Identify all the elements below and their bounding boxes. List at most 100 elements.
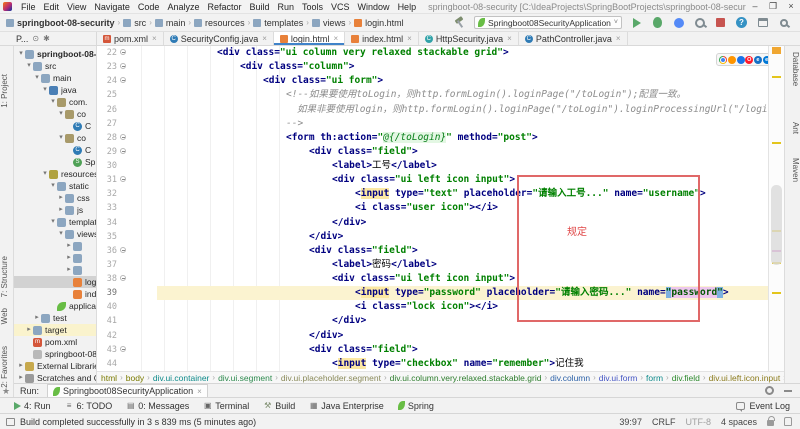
menu-navigate[interactable]: Navigate — [90, 2, 134, 12]
tree-expand-arrow[interactable]: ▾ — [57, 132, 65, 144]
tree-item-Sp[interactable]: S Sp — [14, 156, 96, 168]
code-line-24[interactable]: <div class="ui form"> — [157, 74, 768, 88]
tree-item-application.properties[interactable]: application.properties — [14, 300, 96, 312]
tree-expand-arrow[interactable]: ▾ — [57, 228, 65, 240]
tree-expand-arrow[interactable]: ▸ — [17, 360, 25, 372]
tree-expand-arrow[interactable]: ▸ — [65, 240, 73, 252]
code-line-30[interactable]: <label>工号</label> — [157, 159, 768, 173]
breadcrumb-item[interactable]: login.html — [354, 18, 404, 28]
stripe-database[interactable]: Database — [786, 52, 800, 86]
toolwindow-spring[interactable]: Spring — [397, 401, 434, 411]
menu-view[interactable]: View — [63, 2, 90, 12]
scrollbar-thumb[interactable] — [771, 185, 782, 265]
status-message[interactable]: Build completed successfully in 3 s 839 … — [20, 417, 256, 427]
fold-marker[interactable] — [120, 147, 126, 154]
tree-expand-arrow[interactable]: ▾ — [41, 168, 49, 180]
toolwindow-todo[interactable]: ≡ 6: TODO — [65, 401, 113, 411]
tree-item-pom.xml[interactable]: m pom.xml — [14, 336, 96, 348]
code-line-23[interactable]: <div class="column"> — [157, 60, 768, 74]
tree-item-main[interactable]: ▾ main — [14, 72, 96, 84]
element-breadcrumb[interactable]: form — [646, 373, 663, 383]
breadcrumb-item[interactable]: main — [154, 18, 185, 28]
tree-item-co[interactable]: ▾ co — [14, 108, 96, 120]
tree-item-target[interactable]: ▸ target — [14, 324, 96, 336]
tree-item-templates[interactable]: ▾ templates — [14, 216, 96, 228]
element-breadcrumb[interactable]: div.ui.segment — [218, 373, 272, 383]
tree-expand-arrow[interactable]: ▸ — [65, 252, 73, 264]
hide-panel-icon[interactable] — [784, 389, 792, 392]
tab-login-html[interactable]: login.html × — [273, 32, 346, 45]
toolwindow-messages[interactable]: ▤ 0: Messages — [126, 401, 189, 411]
coverage-icon[interactable] — [673, 17, 684, 28]
tree-item-folder[interactable]: ▸ — [14, 252, 96, 264]
tree-item-java[interactable]: ▾ java — [14, 84, 96, 96]
fold-marker[interactable] — [120, 49, 126, 55]
lock-icon[interactable] — [767, 416, 775, 426]
safari-icon[interactable] — [736, 55, 745, 64]
run-configuration-select[interactable]: Springboot08SecurityApplication ˅ — [474, 16, 622, 29]
fold-marker[interactable] — [120, 133, 126, 140]
run-icon[interactable] — [632, 17, 641, 28]
code-line-43[interactable]: <div class="field"> — [157, 343, 768, 357]
code-line-42[interactable]: </div> — [157, 329, 768, 343]
close-icon[interactable]: × — [616, 34, 621, 43]
stripe-structure[interactable]: 7: Structure — [0, 256, 14, 297]
code-line-27[interactable]: --> — [157, 117, 768, 131]
stripe-project[interactable]: 1: Project — [0, 74, 14, 108]
tree-item-com.[interactable]: ▾ com. — [14, 96, 96, 108]
project-panel-header[interactable]: P... ⊙ ✱ — [0, 32, 97, 45]
inspections-icon[interactable] — [784, 417, 792, 426]
tree-item-springboot-08-security[interactable]: ▾ springboot-08-security — [14, 48, 96, 60]
menu-window[interactable]: Window — [354, 2, 394, 12]
toolwindow-javaee[interactable]: ▦ Java Enterprise — [309, 401, 384, 411]
tree-item-C[interactable]: CC — [14, 120, 96, 132]
tree-expand-arrow[interactable]: ▾ — [17, 48, 25, 60]
build-hammer-icon[interactable] — [453, 16, 466, 29]
tree-item-springboot-08-security.iml[interactable]: springboot-08-security.iml — [14, 348, 96, 360]
breadcrumb-item[interactable]: views — [311, 18, 345, 28]
editor-gutter[interactable]: 22 23 24 25 26 27 28 29 30 31 32 33 34 35 36 37 38 39 40 41… — [97, 46, 119, 371]
fold-marker[interactable] — [120, 345, 126, 352]
tree-item-login.html[interactable]: login.html — [14, 276, 96, 288]
tree-expand-arrow[interactable]: ▾ — [33, 72, 41, 84]
fold-marker[interactable] — [120, 77, 126, 84]
menu-refactor[interactable]: Refactor — [203, 2, 245, 12]
element-breadcrumb[interactable]: div.column — [550, 373, 590, 383]
element-breadcrumb[interactable]: div.ui.container — [153, 373, 210, 383]
minimize-button[interactable]: – — [746, 1, 764, 12]
close-icon[interactable]: × — [262, 34, 267, 43]
stripe-ant[interactable]: Ant — [786, 122, 800, 134]
breadcrumb-item[interactable]: springboot-08-security — [6, 18, 115, 28]
line-separator[interactable]: CRLF — [652, 417, 676, 427]
tree-expand-arrow[interactable]: ▸ — [25, 324, 33, 336]
tree-expand-arrow[interactable]: ▾ — [25, 60, 33, 72]
tree-expand-arrow[interactable]: ▸ — [65, 264, 73, 276]
code-editor[interactable]: 22 23 24 25 26 27 28 29 30 31 32 33 34 35 36 37 38 39 40 41… — [97, 46, 768, 371]
tree-item-css[interactable]: ▸ css — [14, 192, 96, 204]
code-line-44[interactable]: <input type="checkbox" name="remember">记… — [157, 357, 768, 371]
code-line-26[interactable]: 如果非要使用login，则http.formLogin().loginPage(… — [157, 103, 768, 117]
tab-PathController-java[interactable]: C PathController.java × — [519, 32, 628, 45]
tree-item-js[interactable]: ▸ js — [14, 204, 96, 216]
file-encoding[interactable]: UTF-8 — [685, 417, 711, 427]
opera-icon[interactable]: O — [745, 55, 754, 64]
toolwindow-terminal[interactable]: ▣ Terminal — [203, 401, 249, 411]
stripe-maven[interactable]: Maven — [786, 158, 800, 182]
fold-marker[interactable] — [120, 176, 126, 183]
tree-item-External Libraries[interactable]: ▸ External Libraries — [14, 360, 96, 372]
toolwindow-build[interactable]: ⚒ Build — [263, 401, 295, 411]
tree-expand-arrow[interactable]: ▾ — [49, 96, 57, 108]
maximize-button[interactable]: ❐ — [764, 1, 782, 12]
tree-item-folder[interactable]: ▸ — [14, 264, 96, 276]
tree-expand-arrow[interactable]: ▾ — [57, 108, 65, 120]
code-line-28[interactable]: <form th:action="@{/toLogin}" method="po… — [157, 131, 768, 145]
settings-gear-icon[interactable] — [765, 386, 774, 395]
indent-setting[interactable]: 4 spaces — [721, 417, 757, 427]
tree-item-folder[interactable]: ▸ — [14, 240, 96, 252]
menu-build[interactable]: Build — [245, 2, 273, 12]
stop-icon[interactable] — [716, 18, 725, 27]
close-icon[interactable]: × — [197, 387, 202, 396]
element-breadcrumb[interactable]: div.ui.placeholder.segment — [281, 373, 381, 383]
fold-marker[interactable] — [120, 275, 126, 282]
tree-expand-arrow[interactable]: ▸ — [57, 204, 65, 216]
